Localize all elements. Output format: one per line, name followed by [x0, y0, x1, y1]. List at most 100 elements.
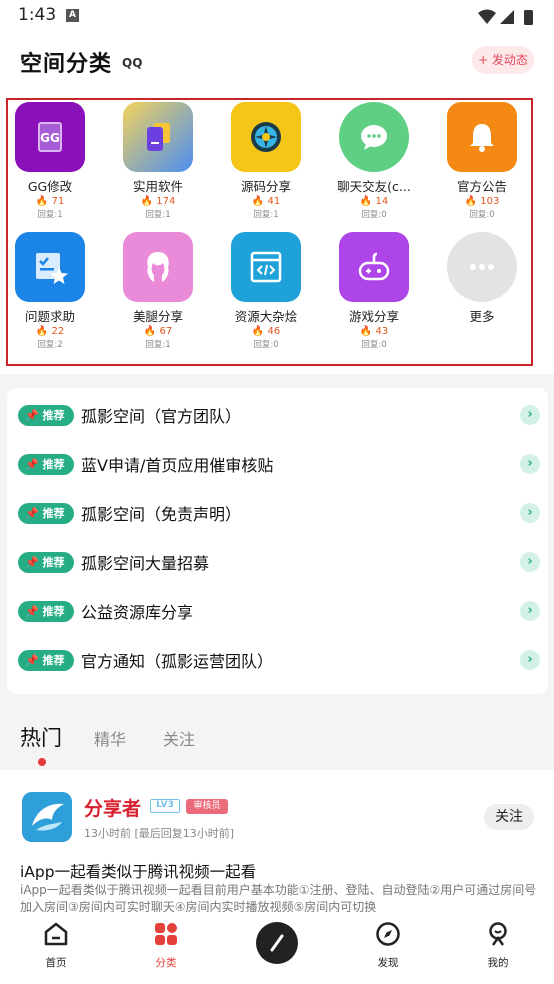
category-hot-count: 🔥 46: [251, 326, 281, 337]
post-card[interactable]: 分享者 LV3 审核员 13小时前 [最后回复13小时前] 关注 iApp一起看…: [0, 770, 554, 920]
nav-discover[interactable]: 发现: [353, 920, 423, 970]
checklist-star-icon: [15, 232, 85, 302]
chevron-right-icon: ›: [520, 405, 540, 425]
recommend-tag: 📌 推荐: [18, 454, 74, 475]
post-time: 13小时前 [最后回复13小时前]: [84, 827, 235, 840]
nav-home[interactable]: 首页: [21, 920, 91, 970]
category-item-game-share[interactable]: 游戏分享 🔥 43 回复:0: [324, 232, 424, 362]
compass-icon: [376, 922, 400, 946]
follow-button[interactable]: 关注: [484, 804, 534, 830]
profile-icon: [489, 922, 507, 946]
bottom-nav: 首页 分类 发现 我的: [0, 912, 554, 984]
category-item-useful-software[interactable]: 实用软件 🔥 174 回复:1: [108, 102, 208, 232]
system-status-icons: [478, 9, 533, 25]
nav-category[interactable]: 分类: [131, 920, 201, 970]
girl-icon: [123, 232, 193, 302]
category-grid: GG GG修改 🔥 71 回复:1 实用软件 🔥 174 回复:1 源码分享 🔥…: [0, 94, 554, 374]
recommended-item-title: 公益资源库分享: [81, 603, 194, 622]
recommended-item-title: 官方通知（孤影运营团队）: [81, 652, 274, 671]
status-time: 1:43: [18, 5, 57, 25]
post-status-button[interactable]: + 发动态: [472, 46, 534, 74]
page-header: 空间分类 QQ + 发动态: [0, 34, 554, 94]
recommend-tag: 📌 推荐: [18, 552, 74, 573]
category-name: 更多: [469, 309, 495, 324]
signal-icon: [500, 10, 514, 24]
recommended-item[interactable]: 📌 推荐 孤影空间（官方团队） ›: [7, 396, 548, 445]
category-item-help[interactable]: 问题求助 🔥 22 回复:2: [0, 232, 100, 362]
category-hot-count: 🔥 71: [35, 196, 65, 207]
category-name: 聊天交友(c...: [337, 179, 411, 194]
role-badge: 审核员: [186, 799, 228, 814]
category-reply-count: 回复:1: [145, 340, 171, 350]
category-name: 游戏分享: [348, 309, 399, 324]
category-name: 资源大杂烩: [234, 309, 298, 324]
author-name[interactable]: 分享者: [84, 794, 141, 821]
recommended-item[interactable]: 📌 推荐 官方通知（孤影运营团队） ›: [7, 641, 548, 690]
category-hot-count: 🔥 14: [359, 196, 389, 207]
category-hot-count: 🔥 174: [140, 196, 176, 207]
nav-mine[interactable]: 我的: [463, 920, 533, 970]
tab-featured[interactable]: 精华: [94, 726, 126, 750]
category-item-source-code[interactable]: 源码分享 🔥 41 回复:1: [216, 102, 316, 232]
compose-button[interactable]: [256, 922, 298, 964]
recommended-item[interactable]: 📌 推荐 孤影空间（免责声明） ›: [7, 494, 548, 543]
chat-bubble-icon: [339, 102, 409, 172]
page-title: 空间分类: [20, 52, 113, 77]
more-dots-icon: [447, 232, 517, 302]
svg-text:GG: GG: [40, 131, 60, 145]
gamepad-icon: [339, 232, 409, 302]
pen-icon: [270, 934, 284, 952]
recommend-tag: 📌 推荐: [18, 650, 74, 671]
post-title[interactable]: iApp一起看类似于腾讯视频一起看: [20, 860, 256, 882]
nav-category-label: 分类: [155, 957, 177, 969]
chevron-right-icon: ›: [520, 454, 540, 474]
recommend-tag: 📌 推荐: [18, 503, 74, 524]
post-body: iApp一起看类似于腾讯视频一起看目前用户基本功能①注册、登陆、自动登陆②用户可…: [20, 883, 537, 914]
category-name: 美腿分享: [132, 309, 183, 324]
status-bar: 1:43 A: [0, 0, 554, 34]
wifi-icon: [478, 9, 496, 24]
category-item-gg-modify[interactable]: GG GG修改 🔥 71 回复:1: [0, 102, 100, 232]
chevron-right-icon: ›: [520, 552, 540, 572]
recommended-item[interactable]: 📌 推荐 公益资源库分享 ›: [7, 592, 548, 641]
category-name: 源码分享: [240, 179, 291, 194]
bell-icon: [447, 102, 517, 172]
active-tab-indicator: [38, 758, 46, 766]
category-item-chat-friends[interactable]: 聊天交友(c... 🔥 14 回复:0: [324, 102, 424, 232]
tab-follow[interactable]: 关注: [163, 726, 195, 750]
category-item-legs-share[interactable]: 美腿分享 🔥 67 回复:1: [108, 232, 208, 362]
tab-hot[interactable]: 热门: [20, 722, 62, 752]
level-badge: LV3: [150, 799, 180, 813]
recommended-item[interactable]: 📌 推荐 孤影空间大量招募 ›: [7, 543, 548, 592]
category-reply-count: 回复:1: [145, 210, 171, 220]
category-reply-count: 回复:2: [37, 340, 63, 350]
nav-home-label: 首页: [45, 957, 67, 969]
category-reply-count: 回复:0: [361, 210, 387, 220]
category-grid-icon: [155, 923, 177, 945]
recommend-tag: 📌 推荐: [18, 405, 74, 426]
nav-discover-label: 发现: [377, 957, 399, 969]
feed-tabs: 热门 精华 关注: [0, 708, 554, 770]
recommend-tag: 📌 推荐: [18, 601, 74, 622]
category-item-official-notice[interactable]: 官方公告 🔥 103 回复:0: [432, 102, 532, 232]
category-hot-count: 🔥 43: [359, 326, 389, 337]
category-item-resources[interactable]: 资源大杂烩 🔥 46 回复:0: [216, 232, 316, 362]
category-reply-count: 回复:1: [253, 210, 279, 220]
category-reply-count: 回复:0: [253, 340, 279, 350]
category-reply-count: 回复:1: [37, 210, 63, 220]
chevron-right-icon: ›: [520, 601, 540, 621]
chevron-right-icon: ›: [520, 503, 540, 523]
category-name: 官方公告: [456, 179, 507, 194]
avatar[interactable]: [22, 792, 72, 842]
recommended-item[interactable]: 📌 推荐 蓝V申请/首页应用催审核贴 ›: [7, 445, 548, 494]
recommended-item-title: 孤影空间（免责声明）: [81, 505, 242, 524]
category-name: 问题求助: [24, 309, 75, 324]
category-reply-count: 回复:0: [469, 210, 495, 220]
category-hot-count: 🔥 103: [464, 196, 500, 207]
notification-a-icon: A: [66, 9, 79, 22]
code-window-icon: [231, 232, 301, 302]
gg-icon: GG: [15, 102, 85, 172]
category-item-more[interactable]: 更多: [432, 232, 532, 362]
wheel-icon: [231, 102, 301, 172]
battery-icon: [524, 10, 533, 25]
